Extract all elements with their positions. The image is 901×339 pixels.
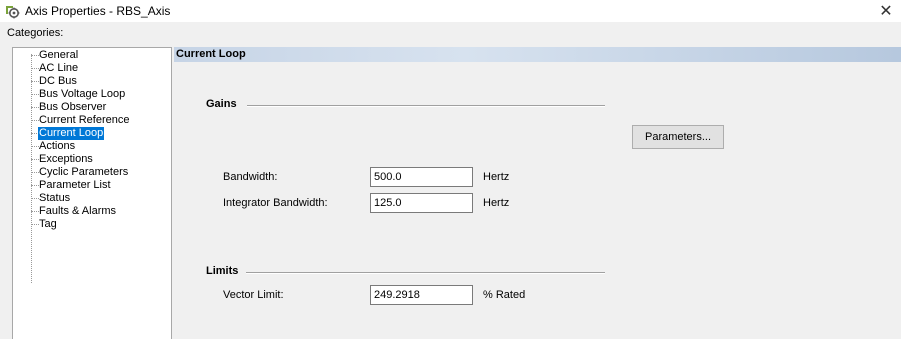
tree-item-tag[interactable]: Tag (38, 218, 58, 231)
bandwidth-input[interactable] (370, 167, 473, 187)
window-title: Axis Properties - RBS_Axis (25, 4, 171, 18)
axis-properties-dialog: Categories: General AC Line DC Bus Bus V… (0, 22, 901, 339)
close-icon: ✕ (879, 3, 893, 20)
section-header: Current Loop (174, 47, 901, 62)
tree-item-faults-alarms[interactable]: Faults & Alarms (38, 205, 117, 218)
tree-item-exceptions[interactable]: Exceptions (38, 153, 94, 166)
vector-limit-label: Vector Limit: (223, 289, 284, 301)
vector-limit-input[interactable] (370, 285, 473, 305)
parameters-button[interactable]: Parameters... (632, 125, 724, 149)
tree-item-bus-voltage-loop[interactable]: Bus Voltage Loop (38, 88, 126, 101)
gains-group-rule (247, 105, 605, 107)
axis-gear-icon (6, 6, 20, 19)
tree-item-current-reference[interactable]: Current Reference (38, 114, 131, 127)
categories-tree[interactable]: General AC Line DC Bus Bus Voltage Loop … (12, 47, 172, 339)
tree-item-cyclic-parameters[interactable]: Cyclic Parameters (38, 166, 129, 179)
limits-group-label: Limits (206, 265, 239, 277)
tree-item-ac-line[interactable]: AC Line (38, 62, 79, 75)
page-title: Current Loop (176, 48, 246, 60)
tree-item-status[interactable]: Status (38, 192, 71, 205)
integrator-bandwidth-input[interactable] (370, 193, 473, 213)
tree-item-general[interactable]: General (38, 49, 79, 62)
integrator-bandwidth-unit: Hertz (483, 197, 510, 209)
vector-limit-unit: % Rated (483, 289, 526, 301)
bandwidth-label: Bandwidth: (223, 171, 278, 183)
tree-item-current-loop[interactable]: Current Loop (38, 127, 105, 140)
categories-label: Categories: (7, 27, 64, 39)
tree-item-actions[interactable]: Actions (38, 140, 76, 153)
current-loop-page: Current Loop Gains Parameters... Bandwid… (174, 47, 901, 339)
tree-item-dc-bus[interactable]: DC Bus (38, 75, 78, 88)
title-bar: Axis Properties - RBS_Axis ✕ (0, 0, 901, 22)
limits-group-rule (246, 272, 605, 274)
tree-item-bus-observer[interactable]: Bus Observer (38, 101, 107, 114)
tree-item-parameter-list[interactable]: Parameter List (38, 179, 112, 192)
gains-group-label: Gains (206, 98, 237, 110)
bandwidth-unit: Hertz (483, 171, 510, 183)
close-button[interactable]: ✕ (871, 0, 901, 22)
integrator-bandwidth-label: Integrator Bandwidth: (223, 197, 328, 209)
tree-connector-line (31, 54, 32, 283)
